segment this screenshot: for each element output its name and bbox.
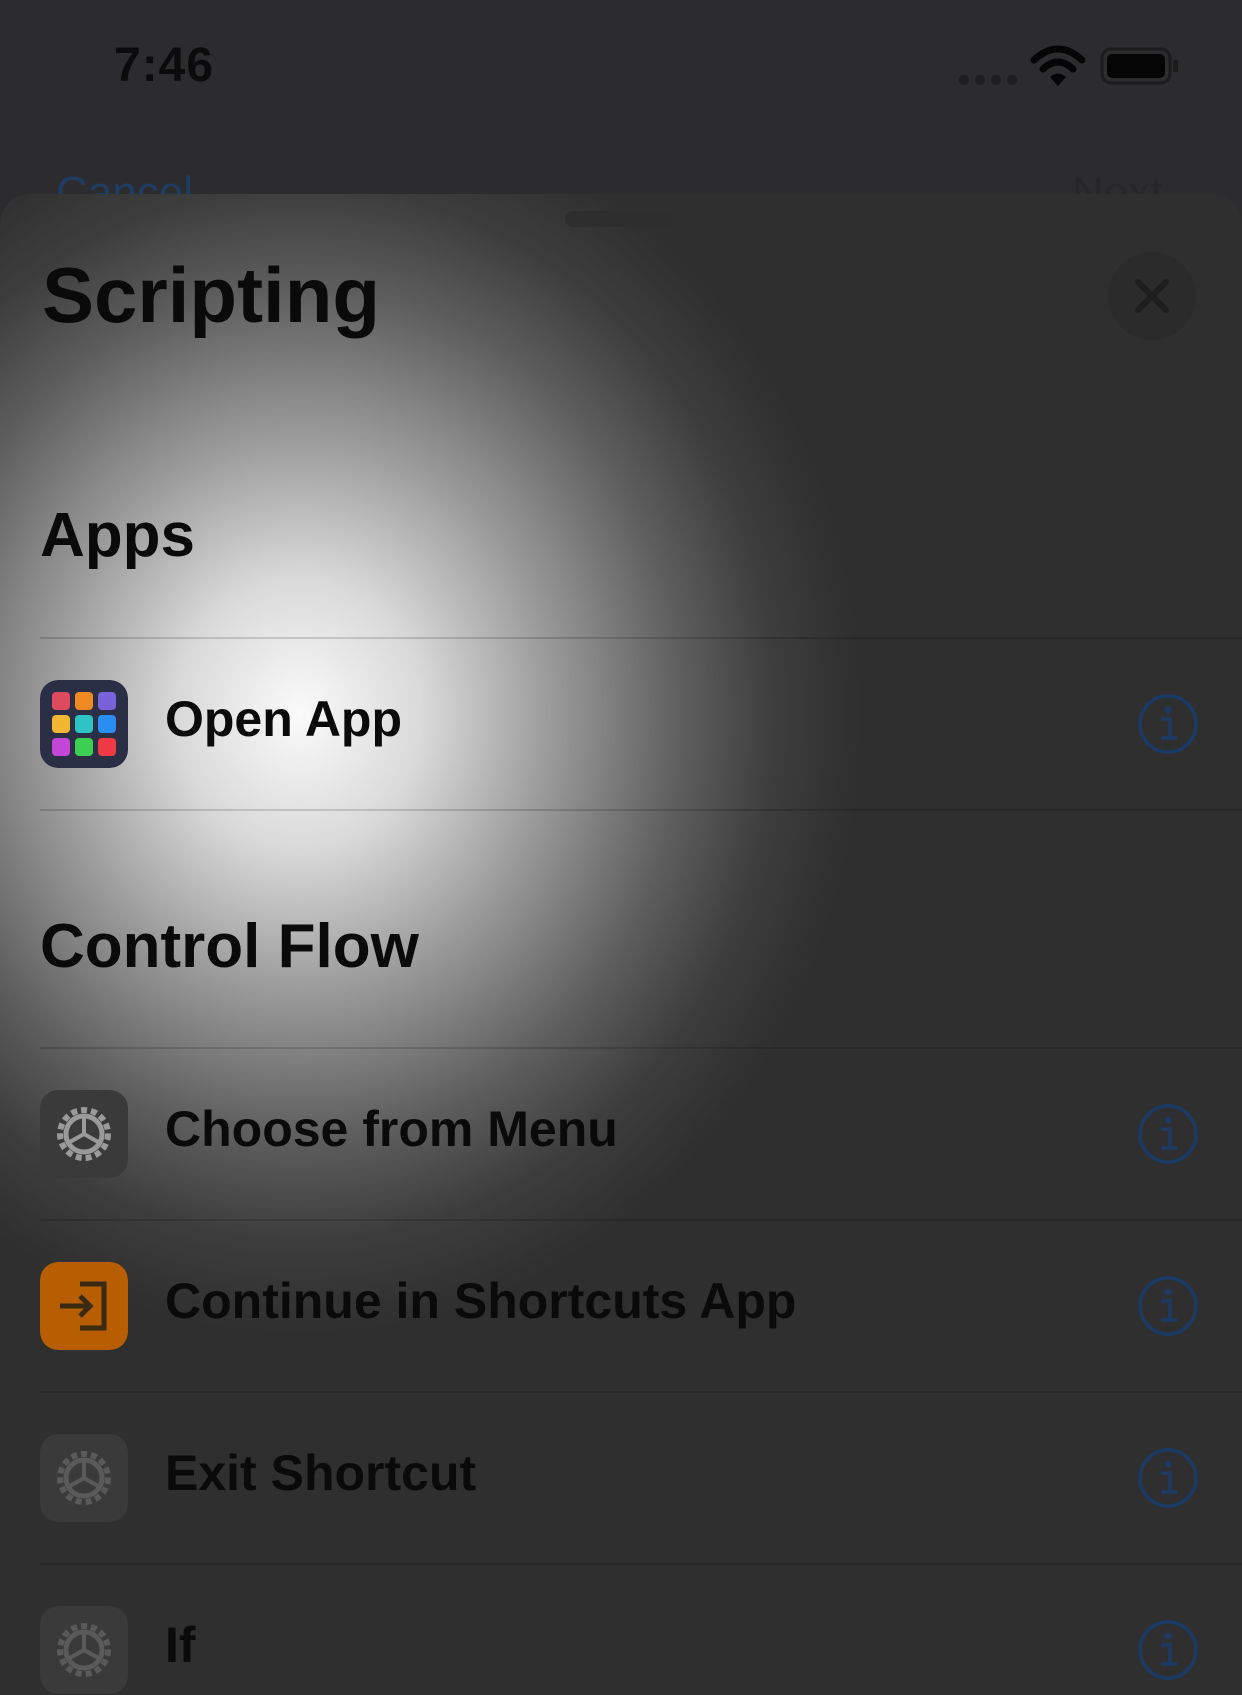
list-item-if[interactable]: If (0, 1564, 1242, 1695)
info-icon[interactable] (1136, 1618, 1200, 1682)
close-icon (1135, 279, 1169, 313)
section-header-control-flow: Control Flow (40, 912, 419, 981)
list-item-label: Exit Shortcut (165, 1445, 477, 1501)
list-item-label: Choose from Menu (165, 1101, 618, 1157)
info-icon[interactable] (1136, 1102, 1200, 1166)
list-item-label: Open App (165, 691, 403, 747)
section-header-apps: Apps (40, 501, 195, 570)
status-time: 7:46 (114, 39, 215, 92)
info-icon[interactable] (1136, 1274, 1200, 1338)
list-item-exit-shortcut[interactable]: Exit Shortcut (0, 1392, 1242, 1564)
gear-icon (40, 1606, 128, 1694)
list-item-continue-in-shortcuts[interactable]: Continue in Shortcuts App (0, 1220, 1242, 1392)
list-item-label: Continue in Shortcuts App (165, 1273, 797, 1329)
cellular-signal-icon (959, 75, 1017, 85)
wifi-icon (1030, 45, 1086, 86)
actions-sheet: Scripting Apps Open App Control Flow Cho… (0, 194, 1242, 1695)
status-bar: 7:46 (0, 0, 1242, 140)
list-item-label: If (165, 1617, 196, 1673)
battery-full-icon (1100, 47, 1178, 85)
list-item-open-app[interactable]: Open App (0, 638, 1242, 810)
sheet-title: Scripting (42, 251, 381, 339)
gear-icon (40, 1090, 128, 1178)
enter-arrow-icon (40, 1262, 128, 1350)
sheet-grabber[interactable] (565, 211, 675, 227)
info-icon[interactable] (1136, 1446, 1200, 1510)
close-button[interactable] (1108, 252, 1196, 340)
divider (40, 809, 1242, 811)
info-icon[interactable] (1136, 692, 1200, 756)
list-item-choose-from-menu[interactable]: Choose from Menu (0, 1048, 1242, 1220)
gear-icon (40, 1434, 128, 1522)
app-grid-icon (40, 680, 128, 768)
